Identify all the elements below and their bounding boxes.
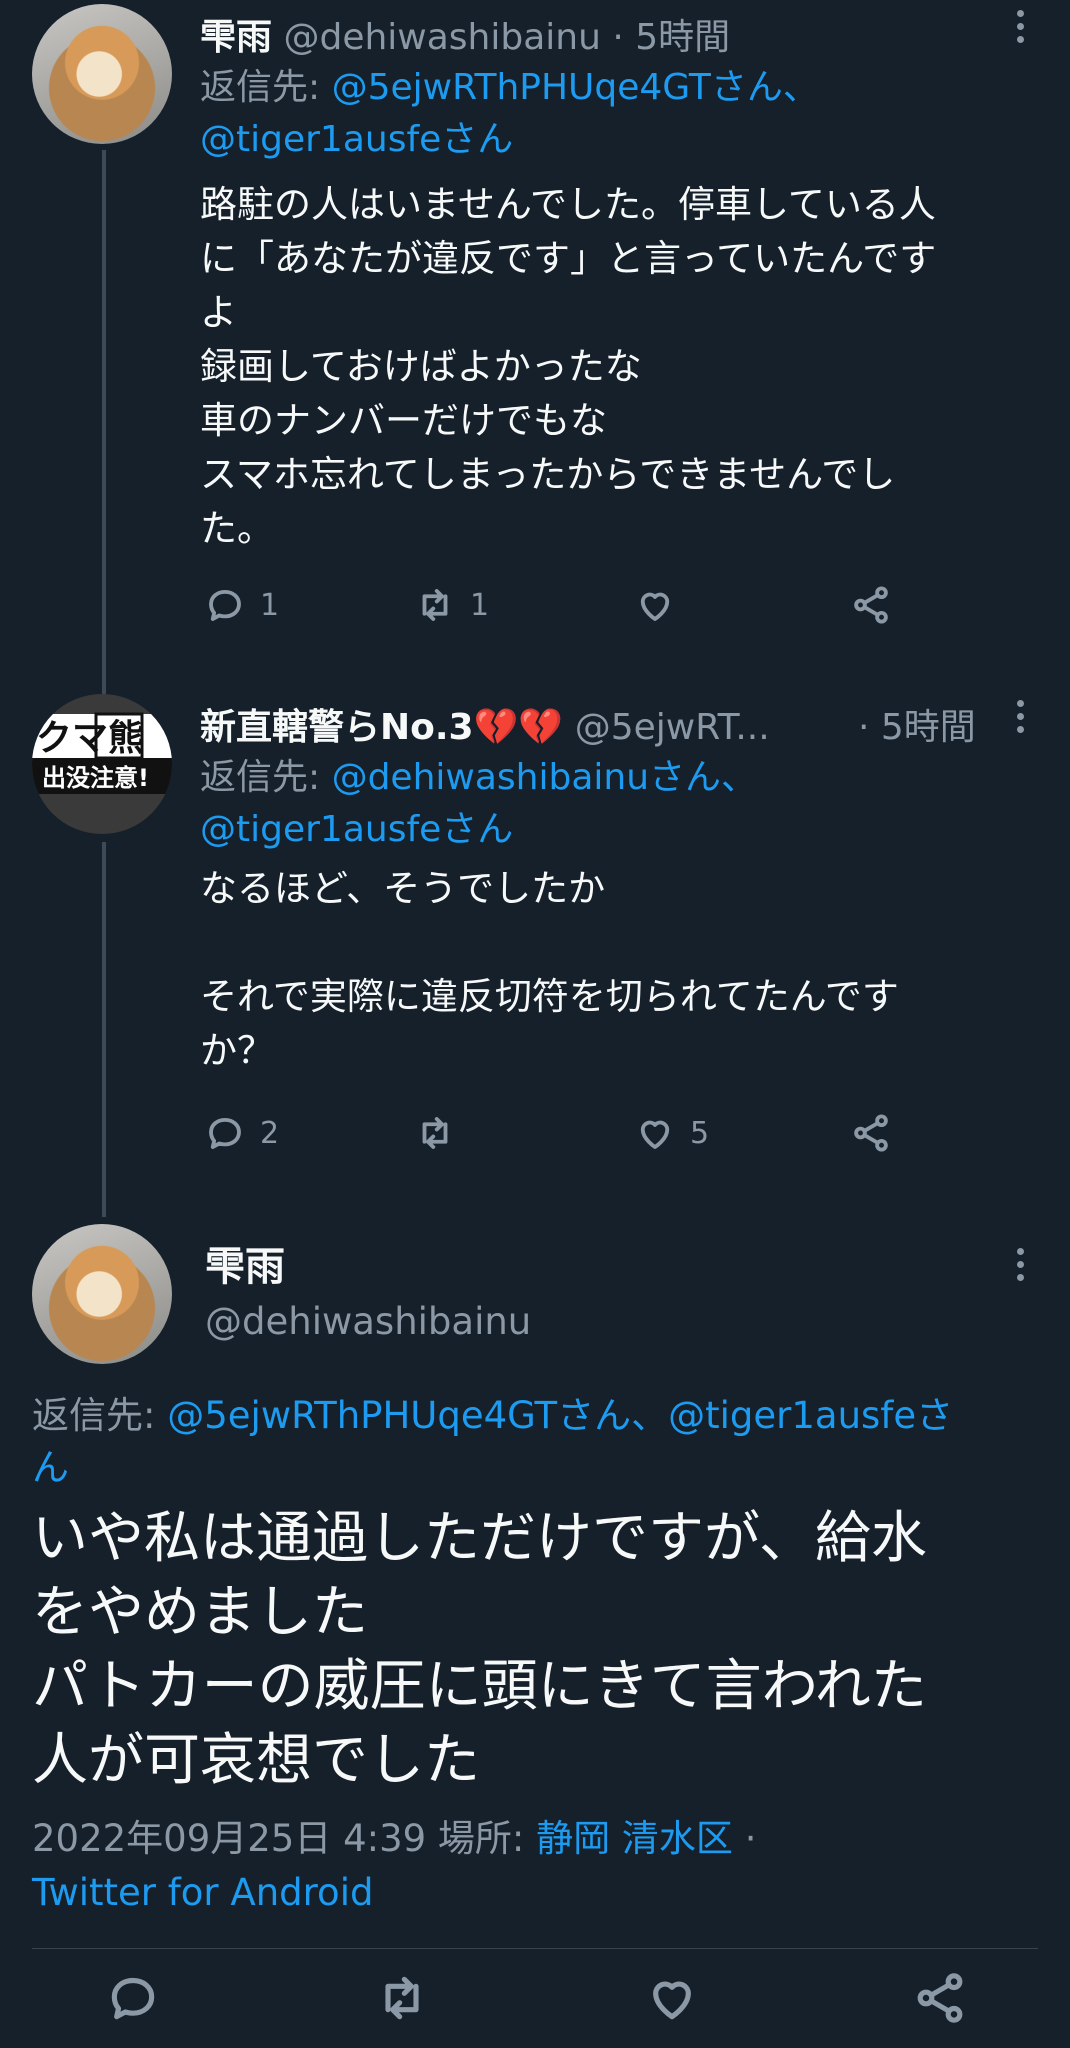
mention-link[interactable]: @5ejwRThPHUqe4GTさん、@tiger1ausfeさ bbox=[167, 1394, 953, 1437]
mention-link[interactable]: @tiger1ausfeさん bbox=[200, 119, 513, 160]
more-icon[interactable] bbox=[1017, 1248, 1025, 1281]
client-link[interactable]: Twitter for Android bbox=[32, 1871, 373, 1914]
post-timestamp: 2022年09月25日 4:39 場所: bbox=[32, 1817, 537, 1860]
share-button[interactable] bbox=[850, 584, 892, 626]
share-button[interactable] bbox=[912, 1970, 968, 2026]
username[interactable]: @dehiwashibainu bbox=[205, 1300, 531, 1343]
more-icon[interactable] bbox=[1017, 700, 1025, 733]
retweet-icon bbox=[422, 589, 448, 621]
like-button[interactable] bbox=[644, 1970, 700, 2026]
username[interactable]: @dehiwashibainu bbox=[283, 17, 600, 58]
mention-link[interactable]: @tiger1ausfeさん bbox=[200, 809, 513, 850]
tweet-2[interactable]: クマ熊 出没注意! 新直轄警らNo.3💔💔 @5ejwRT... · 5時間 返… bbox=[0, 690, 1070, 1210]
display-name[interactable]: 雫雨 bbox=[205, 1234, 285, 1292]
like-icon bbox=[640, 1120, 670, 1149]
reply-icon bbox=[111, 1977, 155, 2020]
reply-icon bbox=[209, 1117, 241, 1149]
more-icon[interactable] bbox=[1017, 10, 1025, 43]
reply-count: 1 bbox=[260, 587, 280, 623]
mention-link[interactable]: @5ejwRThPHUqe4GTさん、 bbox=[332, 67, 819, 108]
svg-text:出没注意!: 出没注意! bbox=[42, 764, 149, 792]
reply-to: 返信先: @5ejwRThPHUqe4GTさん、@tiger1ausfeさ ん bbox=[32, 1390, 1042, 1494]
reply-to-label: 返信先: bbox=[200, 757, 332, 798]
tweet-text: 路駐の人はいませんでした。停車している人 に「あなたが違反です」と言っていたんで… bbox=[200, 183, 937, 550]
display-name[interactable]: 新直轄警らNo.3💔💔 bbox=[200, 707, 563, 748]
share-icon bbox=[854, 1114, 888, 1152]
timestamp[interactable]: · 5時間 bbox=[612, 17, 730, 58]
bear-warning-sign-image: クマ熊 出没注意! bbox=[32, 694, 172, 834]
reply-button[interactable] bbox=[105, 1970, 161, 2026]
like-button[interactable] bbox=[634, 584, 690, 626]
reply-to-label: 返信先: bbox=[200, 67, 332, 108]
location-link[interactable]: 静岡 清水区 bbox=[536, 1817, 733, 1860]
share-icon bbox=[917, 1973, 963, 2023]
main-tweet-actions bbox=[0, 1970, 1070, 2040]
mention-link[interactable]: @dehiwashibainuさん、 bbox=[332, 757, 757, 798]
share-icon bbox=[854, 586, 888, 624]
avatar[interactable] bbox=[32, 4, 172, 144]
reply-to: 返信先: @dehiwashibainuさん、 @tiger1ausfeさん bbox=[200, 752, 757, 856]
display-name[interactable]: 雫雨 bbox=[200, 17, 272, 58]
tweet-actions: 2 5 bbox=[200, 1112, 920, 1162]
tweet-1[interactable]: 雫雨 @dehiwashibainu · 5時間 返信先: @5ejwRThPH… bbox=[0, 0, 1070, 680]
divider bbox=[32, 1948, 1038, 1949]
like-icon bbox=[640, 592, 670, 621]
reply-to: 返信先: @5ejwRThPHUqe4GTさん、 @tiger1ausfeさん bbox=[200, 62, 819, 166]
tweet-header: 雫雨 @dehiwashibainu · 5時間 bbox=[200, 8, 730, 60]
timestamp[interactable]: · 5時間 bbox=[858, 698, 976, 750]
retweet-icon bbox=[422, 1117, 448, 1149]
retweet-button[interactable] bbox=[374, 1970, 430, 2026]
like-count: 5 bbox=[690, 1115, 710, 1151]
tweet-meta: 2022年09月25日 4:39 場所: 静岡 清水区 · Twitter fo… bbox=[32, 1812, 1032, 1920]
reply-to-label: 返信先: bbox=[32, 1394, 168, 1437]
avatar[interactable] bbox=[32, 1224, 172, 1364]
retweet-icon bbox=[385, 1976, 419, 2020]
like-icon bbox=[653, 1981, 691, 2020]
reply-count: 2 bbox=[260, 1115, 280, 1151]
avatar[interactable]: クマ熊 出没注意! bbox=[32, 694, 172, 834]
mention-link[interactable]: ん bbox=[32, 1446, 69, 1489]
username[interactable]: @5ejwRT... bbox=[575, 707, 770, 748]
meta-separator: · bbox=[732, 1817, 757, 1860]
tweet-actions: 1 1 bbox=[200, 584, 920, 634]
tweet-text: いや私は通過しただけですが、給水 をやめました パトカーの威圧に頭にきて言われた… bbox=[32, 1506, 927, 1793]
reply-button[interactable]: 2 bbox=[204, 1112, 279, 1154]
reply-icon bbox=[209, 589, 241, 621]
tweet-header: 新直轄警らNo.3💔💔 @5ejwRT... bbox=[200, 698, 770, 750]
retweet-button[interactable] bbox=[414, 1112, 470, 1154]
like-button[interactable]: 5 bbox=[634, 1112, 709, 1154]
tweet-text: なるほど、そうでしたか それで実際に違反切符を切られてたんです か？ bbox=[200, 867, 899, 1072]
main-tweet: 雫雨 @dehiwashibainu 返信先: @5ejwRThPHUqe4GT… bbox=[0, 1220, 1070, 1980]
retweet-button[interactable]: 1 bbox=[414, 584, 489, 626]
reply-button[interactable]: 1 bbox=[204, 584, 279, 626]
share-button[interactable] bbox=[850, 1112, 892, 1154]
svg-text:クマ熊: クマ熊 bbox=[36, 718, 144, 759]
retweet-count: 1 bbox=[470, 587, 490, 623]
